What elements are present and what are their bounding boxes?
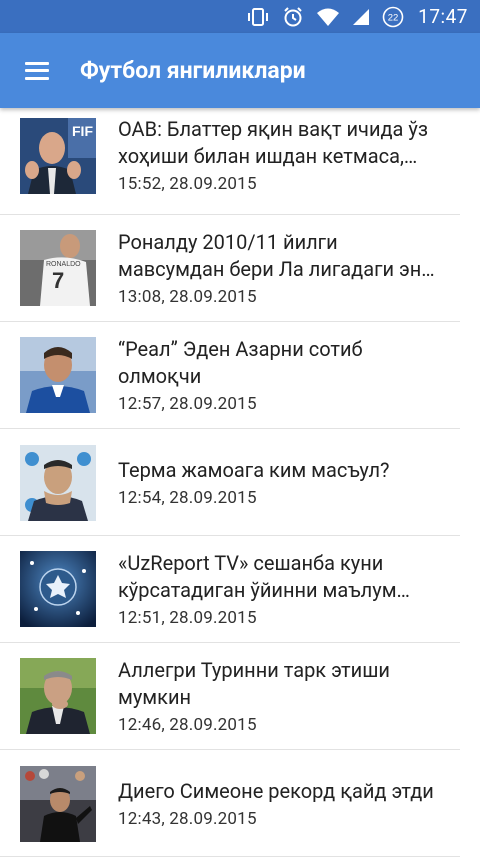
news-title: Аллегри Туринни тарк этиши мумкин <box>118 658 390 709</box>
svg-text:22: 22 <box>388 12 399 23</box>
news-item[interactable]: 7 RONALDO Роналду 2010/11 йилги мавсумда… <box>0 215 460 322</box>
news-date: 12:54, 28.09.2015 <box>118 488 257 508</box>
news-item[interactable]: FIF OAB: Блаттер яқин вақт ичида ўз хоҳи… <box>0 108 460 215</box>
news-thumbnail <box>20 551 96 627</box>
news-item[interactable]: Аллегри Туринни тарк этиши мумкин 12:46,… <box>0 643 460 750</box>
news-thumbnail <box>20 445 96 521</box>
news-list: FIF OAB: Блаттер яқин вақт ичида ўз хоҳи… <box>0 108 480 857</box>
svg-text:RONALDO: RONALDO <box>46 261 81 268</box>
news-thumbnail: FIF <box>20 118 96 194</box>
news-date: 13:08, 28.09.2015 <box>118 287 257 307</box>
svg-text:7: 7 <box>52 268 64 293</box>
alarm-icon <box>282 6 304 28</box>
news-item[interactable]: “Реал” Эден Азарни сотиб олмоқчи 12:57, … <box>0 322 460 429</box>
news-thumbnail: 7 RONALDO <box>20 230 96 306</box>
news-title: Терма жамоага ким масъул? <box>118 458 390 482</box>
signal-icon <box>352 8 370 26</box>
news-date: 12:46, 28.09.2015 <box>118 715 257 735</box>
news-item[interactable]: Терма жамоага ким масъул? 12:54, 28.09.2… <box>0 429 460 536</box>
news-title: Роналду 2010/11 йилги мавсумдан бери Ла … <box>118 230 435 281</box>
news-thumbnail <box>20 658 96 734</box>
status-bar: 22 17:47 <box>0 0 480 33</box>
svg-text:FIF: FIF <box>72 123 93 139</box>
news-thumbnail <box>20 337 96 413</box>
news-title: “Реал” Эден Азарни сотиб олмоқчи <box>118 337 363 388</box>
news-item[interactable]: «UzReport TV» сешанба куни кўрсатадиган … <box>0 536 460 643</box>
news-title: «UzReport TV» сешанба куни кўрсатадиган … <box>118 551 410 602</box>
news-date: 12:57, 28.09.2015 <box>118 394 257 414</box>
hamburger-menu-icon <box>25 61 49 80</box>
wifi-icon <box>316 7 340 27</box>
news-title: OAB: Блаттер яқин вақт ичида ўз хоҳиши б… <box>118 117 429 168</box>
news-date: 15:52, 28.09.2015 <box>118 174 257 194</box>
news-date: 12:43, 28.09.2015 <box>118 809 257 829</box>
news-thumbnail <box>20 766 96 842</box>
app-bar: Футбол янгиликлари <box>0 33 480 108</box>
news-date: 12:51, 28.09.2015 <box>118 608 257 628</box>
news-title: Диего Симеоне рекорд қайд этди <box>118 779 434 803</box>
app-title: Футбол янгиликлари <box>80 57 306 84</box>
menu-button[interactable] <box>0 33 78 108</box>
news-item[interactable]: Диего Симеоне рекорд қайд этди 12:43, 28… <box>0 750 460 857</box>
clock: 17:47 <box>418 5 468 28</box>
vibrate-icon <box>246 7 270 27</box>
notification-badge-icon: 22 <box>382 6 404 28</box>
